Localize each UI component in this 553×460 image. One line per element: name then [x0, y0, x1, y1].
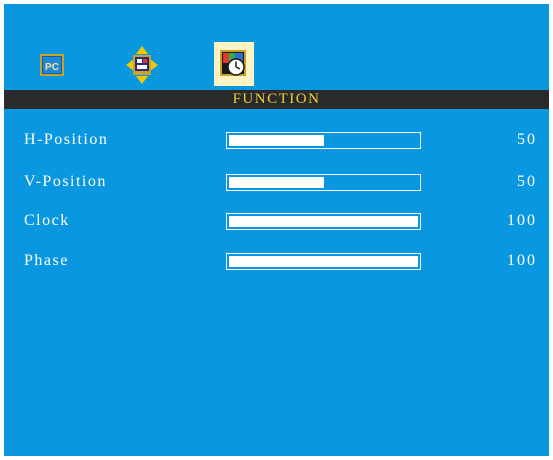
item-value: 100 — [507, 212, 537, 229]
item-value: 50 — [517, 131, 537, 148]
v-position-slider[interactable] — [226, 174, 421, 191]
pc-image-icon[interactable]: PC — [34, 42, 74, 86]
slider-fill — [229, 216, 418, 227]
icon-tab-bar: PC — [4, 42, 549, 90]
menu-item-v-position[interactable]: V-Position 50 — [4, 170, 549, 194]
function-clock-icon[interactable] — [214, 42, 254, 86]
slider-fill — [229, 135, 324, 146]
phase-slider[interactable] — [226, 253, 421, 270]
menu-item-phase[interactable]: Phase 100 — [4, 249, 549, 273]
clock-slider[interactable] — [226, 213, 421, 230]
menu-item-h-position[interactable]: H-Position 50 — [4, 128, 549, 152]
item-value: 100 — [507, 252, 537, 269]
slider-fill — [229, 256, 418, 267]
item-label: V-Position — [24, 173, 107, 190]
item-label: Phase — [24, 252, 69, 269]
osd-menu: PC FUNCTION H-Position 50 V-Position 50 … — [4, 4, 549, 456]
item-label: H-Position — [24, 131, 109, 148]
slider-fill — [229, 177, 324, 188]
pc-icon-text: PC — [45, 62, 59, 73]
menu-item-clock[interactable]: Clock 100 — [4, 209, 549, 233]
item-label: Clock — [24, 212, 70, 229]
h-position-slider[interactable] — [226, 132, 421, 149]
item-value: 50 — [517, 173, 537, 190]
display-position-icon[interactable] — [122, 42, 162, 86]
menu-title: FUNCTION — [4, 90, 549, 109]
